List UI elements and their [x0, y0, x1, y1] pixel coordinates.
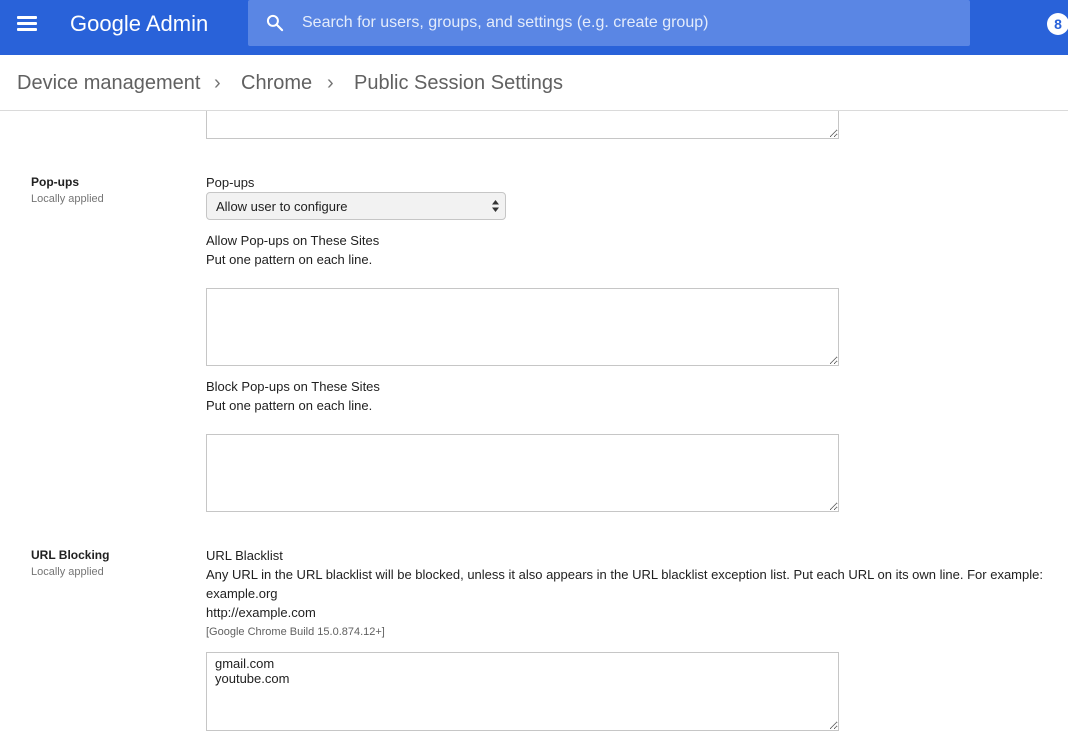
search-icon[interactable] [265, 13, 285, 33]
breadcrumb-separator-icon: › [327, 72, 334, 94]
popups-select[interactable]: Allow user to configure [206, 192, 506, 220]
block-popups-help: Put one pattern on each line. [206, 398, 373, 413]
block-popups-textarea[interactable] [206, 434, 839, 512]
breadcrumb: Device management › Chrome › Public Sess… [0, 55, 1068, 111]
logo-admin-text: Admin [145, 11, 209, 36]
url-blacklist-label: URL Blacklist [206, 548, 283, 563]
main-menu-icon[interactable] [17, 15, 37, 31]
breadcrumb-separator-icon: › [214, 72, 221, 94]
url-blacklist-example-1: example.org [206, 586, 278, 601]
select-arrows-icon [492, 200, 499, 212]
breadcrumb-chrome[interactable]: Chrome [241, 71, 312, 95]
breadcrumb-device-management[interactable]: Device management [17, 71, 200, 95]
allow-popups-textarea[interactable] [206, 288, 839, 366]
url-blacklist-textarea[interactable] [206, 652, 839, 731]
block-popups-label: Block Pop-ups on These Sites [206, 379, 380, 394]
breadcrumb-current-page: Public Session Settings [354, 72, 564, 94]
allow-popups-help: Put one pattern on each line. [206, 252, 373, 267]
allow-popups-label: Allow Pop-ups on These Sites [206, 233, 380, 248]
popups-select-label: Pop-ups [206, 175, 255, 190]
top-app-bar: Google Admin 8 [0, 0, 1068, 55]
url-blocking-section-title: URL Blocking [31, 548, 110, 562]
url-blacklist-description: Any URL in the URL blacklist will be blo… [206, 567, 1043, 582]
url-blacklist-example-2: http://example.com [206, 605, 316, 620]
google-admin-logo[interactable]: Google Admin [70, 10, 208, 38]
chrome-build-note: [Google Chrome Build 15.0.874.12+] [206, 626, 385, 638]
popups-select-value: Allow user to configure [216, 199, 348, 214]
search-bar[interactable] [248, 0, 970, 46]
logo-google-text: Google [70, 11, 141, 36]
settings-content: Pop-ups Locally applied Pop-ups Allow us… [0, 111, 1068, 737]
popups-section-status: Locally applied [31, 193, 104, 205]
account-avatar[interactable]: 8 [1047, 13, 1068, 35]
search-input[interactable] [300, 8, 950, 38]
previous-setting-textarea[interactable] [206, 111, 839, 139]
url-blocking-section-status: Locally applied [31, 566, 104, 578]
popups-section-title: Pop-ups [31, 175, 79, 189]
